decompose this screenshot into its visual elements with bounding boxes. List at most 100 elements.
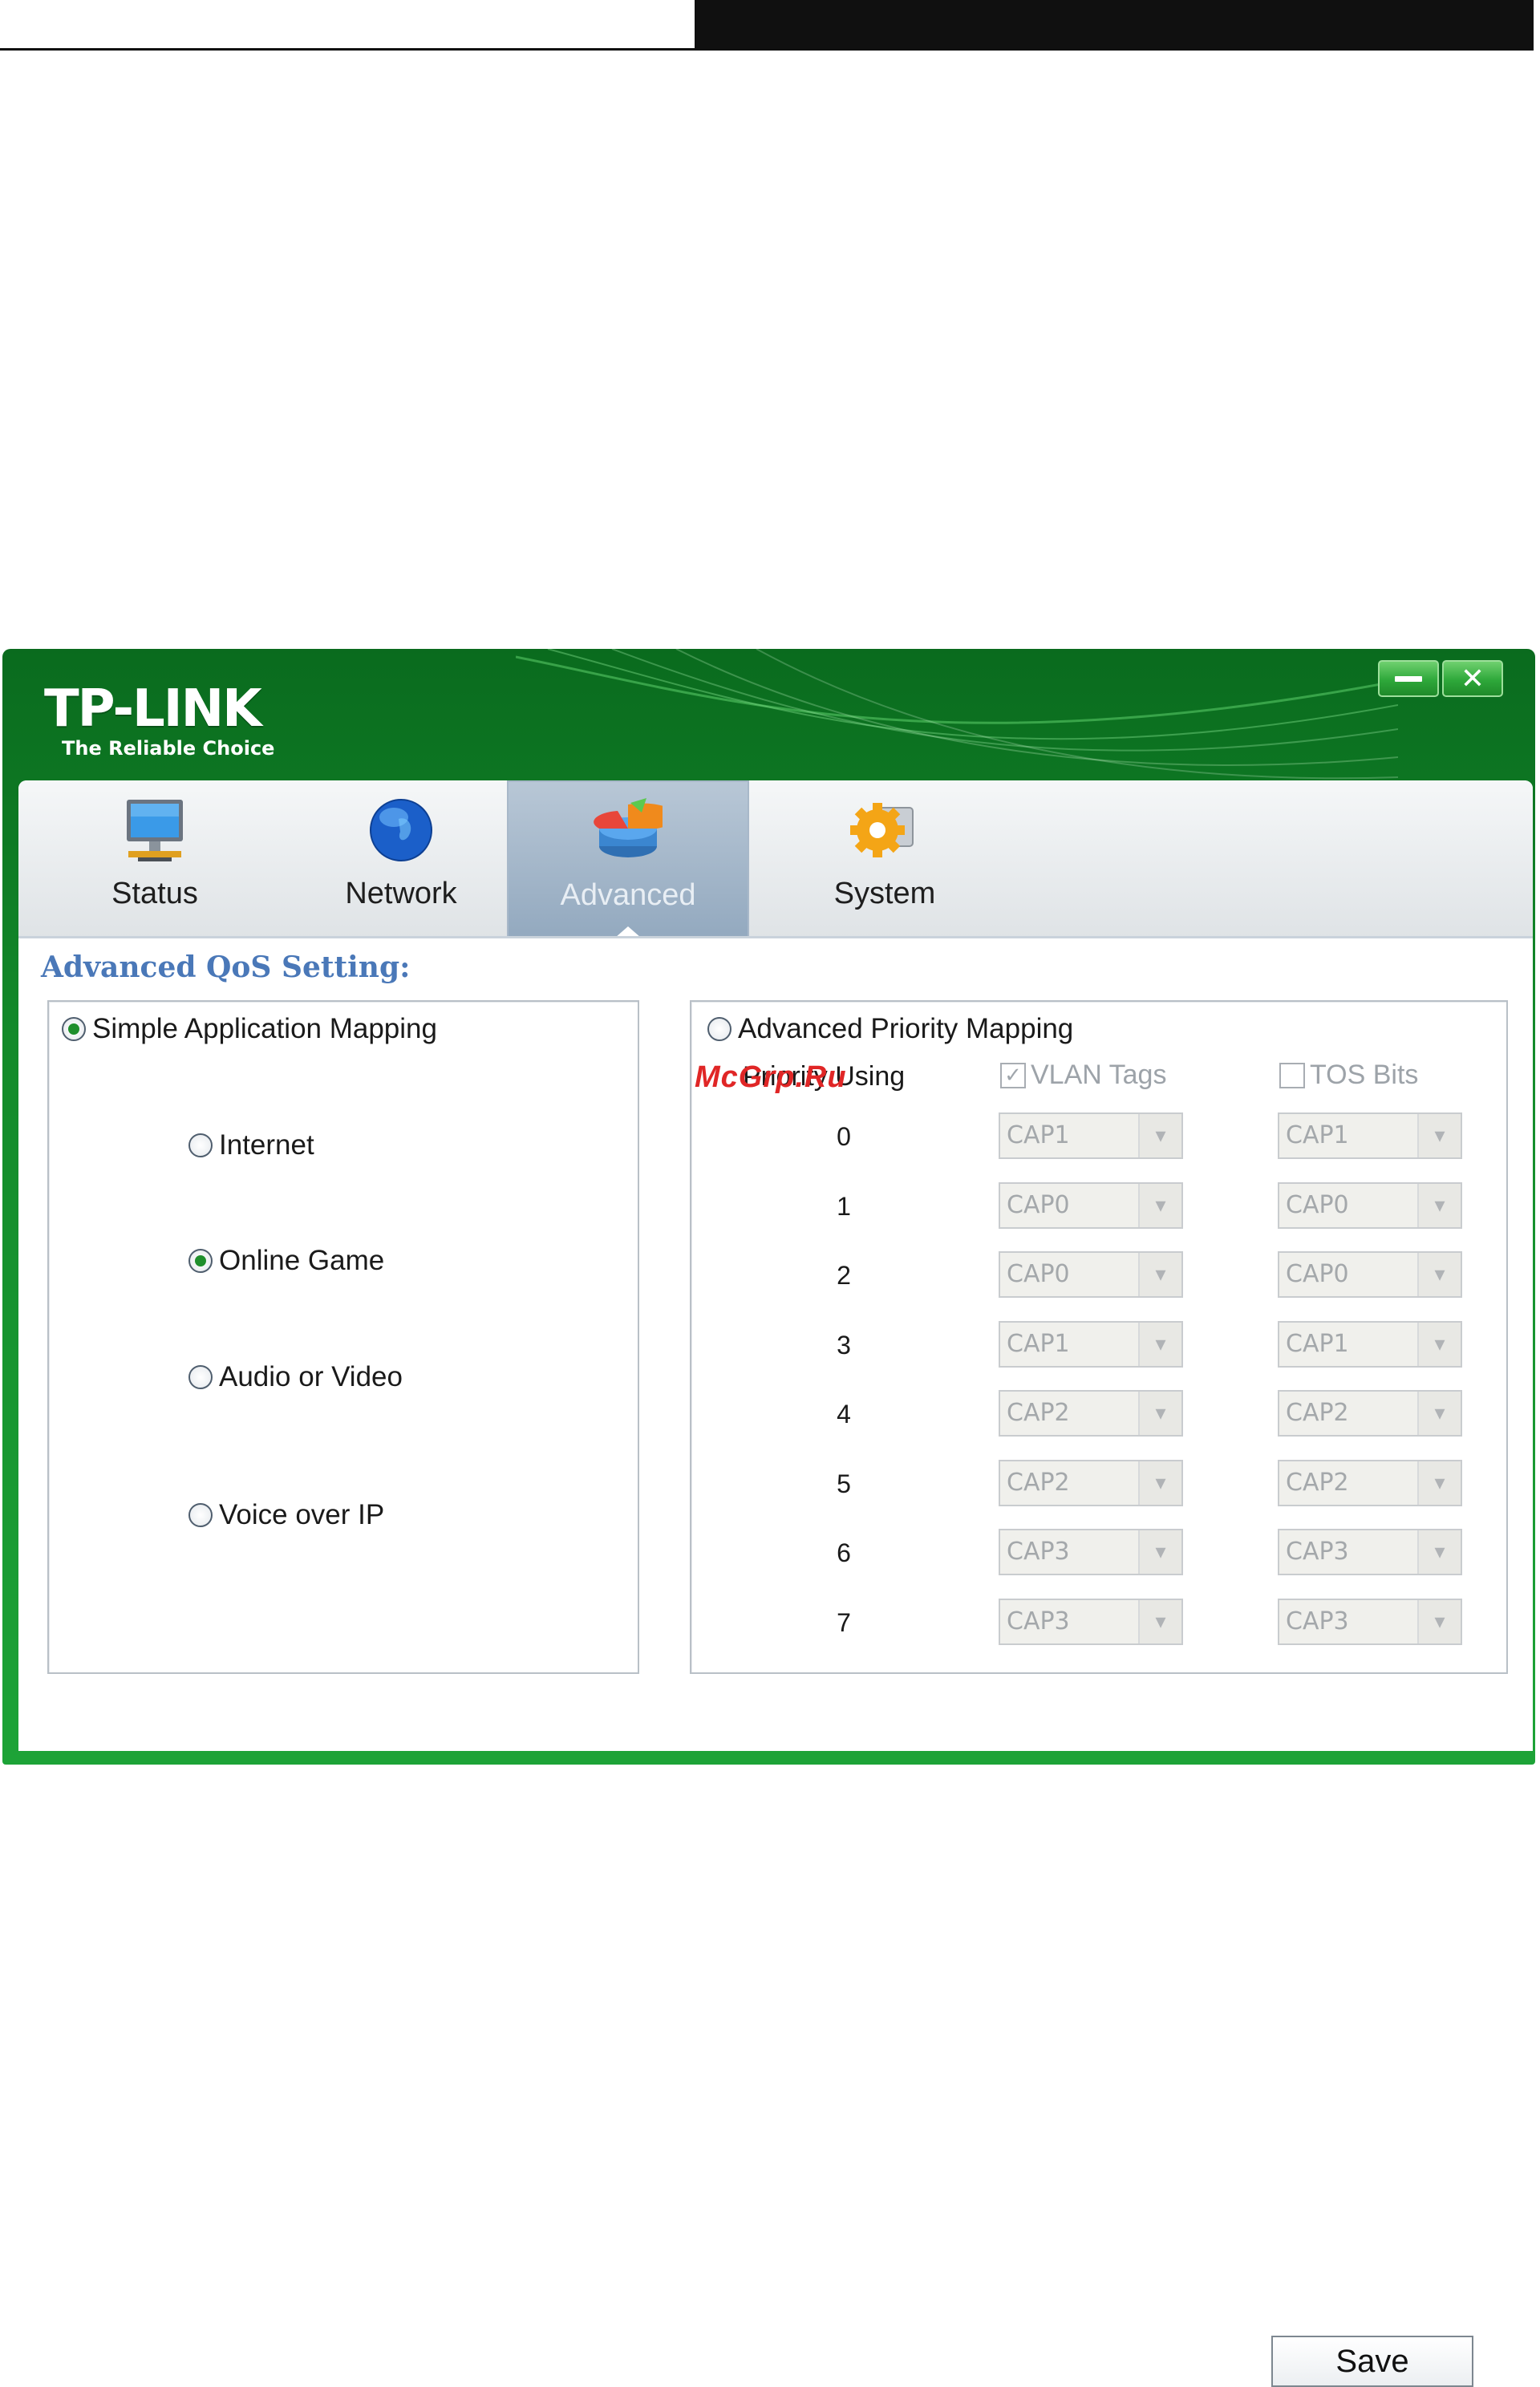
chevron-down-icon[interactable]: ▾ <box>1417 1530 1461 1574</box>
tos-cap-value: CAP2 <box>1286 1399 1349 1427</box>
advanced-mapping-panel: Advanced Priority Mapping Priority Using… <box>690 1000 1508 1674</box>
brand-tagline: The Reliable Choice <box>62 737 275 760</box>
app-option-online-game[interactable]: Online Game <box>188 1245 384 1277</box>
tos-cap-value: CAP0 <box>1286 1191 1349 1219</box>
vlan-cap-select[interactable]: CAP3 ▾ <box>999 1599 1183 1645</box>
chevron-down-icon[interactable]: ▾ <box>1417 1392 1461 1435</box>
tos-cap-select[interactable]: CAP0 ▾ <box>1278 1251 1462 1298</box>
advanced-mapping-option[interactable]: Advanced Priority Mapping <box>707 1013 1073 1045</box>
simple-mapping-option[interactable]: Simple Application Mapping <box>62 1013 437 1045</box>
tab-advanced[interactable]: Advanced <box>507 780 749 938</box>
chevron-down-icon[interactable]: ▾ <box>1138 1600 1181 1643</box>
tos-cap-select[interactable]: CAP1 ▾ <box>1278 1321 1462 1368</box>
tos-cap-select[interactable]: CAP0 ▾ <box>1278 1182 1462 1229</box>
watermark-text: McGrp.Ru <box>695 1060 847 1094</box>
chevron-down-icon[interactable]: ▾ <box>1138 1184 1181 1227</box>
priority-value: 7 <box>837 1608 851 1637</box>
chevron-down-icon[interactable]: ▾ <box>1138 1530 1181 1574</box>
advanced-mapping-radio[interactable] <box>707 1017 732 1041</box>
vlan-cap-value: CAP0 <box>1007 1191 1070 1219</box>
vlan-tags-checkbox[interactable]: ✓ <box>1000 1062 1026 1088</box>
chevron-down-icon[interactable]: ▾ <box>1417 1323 1461 1366</box>
tos-cap-select[interactable]: CAP2 ▾ <box>1278 1460 1462 1506</box>
vlan-tags-label: VLAN Tags <box>1031 1060 1167 1090</box>
tos-cap-value: CAP1 <box>1286 1330 1349 1358</box>
chevron-down-icon[interactable]: ▾ <box>1417 1184 1461 1227</box>
chevron-down-icon[interactable]: ▾ <box>1138 1461 1181 1505</box>
page-header-rule <box>0 48 695 51</box>
tos-bits-header: TOS Bits <box>1279 1060 1418 1091</box>
vlan-cap-value: CAP3 <box>1007 1607 1070 1635</box>
tab-network[interactable]: Network <box>305 780 497 938</box>
main-content: Status Network Advanced System Advanced … <box>18 780 1533 2387</box>
vlan-cap-value: CAP0 <box>1007 1260 1070 1288</box>
header-swoosh <box>516 649 1398 785</box>
minimize-button[interactable] <box>1378 660 1439 697</box>
vlan-cap-select[interactable]: CAP0 ▾ <box>999 1251 1183 1298</box>
simple-mapping-panel: Simple Application Mapping Internet Onli… <box>47 1000 639 1674</box>
radio-selected-dot <box>68 1023 79 1035</box>
tos-cap-select[interactable]: CAP3 ▾ <box>1278 1599 1462 1645</box>
tos-bits-checkbox[interactable] <box>1279 1062 1305 1088</box>
app-option-audio-video[interactable]: Audio or Video <box>188 1361 403 1393</box>
app-option-internet[interactable]: Internet <box>188 1129 314 1161</box>
priority-value: 1 <box>837 1192 851 1221</box>
tab-system-label: System <box>833 877 936 910</box>
tos-cap-select[interactable]: CAP2 ▾ <box>1278 1390 1462 1437</box>
tab-status[interactable]: Status <box>59 780 251 938</box>
vlan-cap-value: CAP1 <box>1007 1330 1070 1358</box>
vlan-cap-value: CAP1 <box>1007 1121 1070 1149</box>
chevron-down-icon[interactable]: ▾ <box>1138 1253 1181 1296</box>
chevron-down-icon[interactable]: ▾ <box>1417 1253 1461 1296</box>
app-option-voip[interactable]: Voice over IP <box>188 1499 384 1531</box>
section-title: Advanced QoS Setting: <box>41 950 411 984</box>
vlan-cap-select[interactable]: CAP0 ▾ <box>999 1182 1183 1229</box>
tos-cap-value: CAP3 <box>1286 1607 1349 1635</box>
vlan-cap-select[interactable]: CAP3 ▾ <box>999 1529 1183 1575</box>
online-game-label: Online Game <box>219 1245 385 1276</box>
simple-mapping-radio[interactable] <box>62 1017 86 1041</box>
tab-system[interactable]: System <box>788 780 981 938</box>
online-game-radio[interactable] <box>188 1249 213 1273</box>
chevron-down-icon[interactable]: ▾ <box>1417 1600 1461 1643</box>
window-controls: ✕ <box>1378 660 1503 697</box>
save-button[interactable]: Save <box>1271 2336 1473 2387</box>
minimize-icon <box>1395 675 1422 682</box>
priority-value: 4 <box>837 1400 851 1429</box>
pie-chart-icon <box>594 798 663 857</box>
tos-bits-label: TOS Bits <box>1310 1060 1419 1090</box>
brand-name: TP-LINK <box>44 679 262 739</box>
audio-video-radio[interactable] <box>188 1365 213 1389</box>
advanced-mapping-label: Advanced Priority Mapping <box>738 1013 1074 1044</box>
vlan-cap-select[interactable]: CAP2 ▾ <box>999 1390 1183 1437</box>
radio-selected-dot <box>195 1255 206 1266</box>
tab-advanced-label: Advanced <box>560 878 696 912</box>
vlan-tags-header: ✓ VLAN Tags <box>1000 1060 1166 1091</box>
tos-cap-value: CAP1 <box>1286 1121 1349 1149</box>
vlan-cap-select[interactable]: CAP2 ▾ <box>999 1460 1183 1506</box>
chevron-down-icon[interactable]: ▾ <box>1138 1392 1181 1435</box>
internet-radio[interactable] <box>188 1133 213 1157</box>
globe-icon <box>370 799 432 861</box>
tos-cap-select[interactable]: CAP3 ▾ <box>1278 1529 1462 1575</box>
vlan-cap-select[interactable]: CAP1 ▾ <box>999 1321 1183 1368</box>
tos-cap-value: CAP2 <box>1286 1469 1349 1497</box>
tos-cap-value: CAP3 <box>1286 1538 1349 1566</box>
priority-value: 6 <box>837 1538 851 1567</box>
tos-cap-select[interactable]: CAP1 ▾ <box>1278 1112 1462 1159</box>
vlan-cap-value: CAP3 <box>1007 1538 1070 1566</box>
chevron-down-icon[interactable]: ▾ <box>1417 1114 1461 1157</box>
page-header-bar <box>695 0 1534 51</box>
tab-toolbar: Status Network Advanced System <box>18 780 1533 938</box>
vlan-cap-value: CAP2 <box>1007 1399 1070 1427</box>
voip-radio[interactable] <box>188 1503 213 1527</box>
vlan-cap-select[interactable]: CAP1 ▾ <box>999 1112 1183 1159</box>
tos-cap-value: CAP0 <box>1286 1260 1349 1288</box>
chevron-down-icon[interactable]: ▾ <box>1417 1461 1461 1505</box>
chevron-down-icon[interactable]: ▾ <box>1138 1114 1181 1157</box>
close-button[interactable]: ✕ <box>1442 660 1503 697</box>
audio-video-label: Audio or Video <box>219 1361 403 1392</box>
vlan-cap-value: CAP2 <box>1007 1469 1070 1497</box>
close-icon: ✕ <box>1460 662 1485 695</box>
chevron-down-icon[interactable]: ▾ <box>1138 1323 1181 1366</box>
